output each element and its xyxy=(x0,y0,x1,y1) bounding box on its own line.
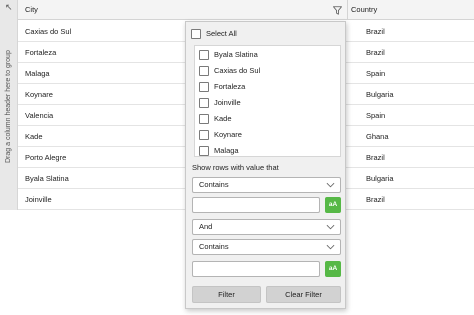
cell-city: Joinville xyxy=(25,195,52,204)
group-panel-text: Drag a column header here to group xyxy=(5,50,12,163)
funnel-icon[interactable] xyxy=(333,6,342,15)
filter-value-label: Kade xyxy=(214,114,232,123)
filter-value-label: Caxias do Sul xyxy=(214,66,261,75)
filter-button[interactable]: Filter xyxy=(192,286,261,303)
filter-value-checkbox[interactable] xyxy=(199,50,209,60)
column-separator[interactable] xyxy=(347,0,348,20)
operator-dropdown-2-value: Contains xyxy=(199,242,229,251)
column-header-country[interactable]: Country xyxy=(351,0,377,20)
cell-country: Brazil xyxy=(366,153,385,162)
header-row: City Country xyxy=(18,0,474,20)
filter-value-input-1[interactable] xyxy=(192,197,320,213)
match-case-button-2[interactable]: aA xyxy=(325,261,341,277)
select-all-checkbox[interactable] xyxy=(191,29,201,39)
arrow-up-left-icon: ↖ xyxy=(5,2,13,12)
select-all-option[interactable]: Select All xyxy=(191,28,341,40)
clear-filter-button[interactable]: Clear Filter xyxy=(266,286,341,303)
operator-dropdown-1-value: Contains xyxy=(199,180,229,189)
operator-dropdown-1[interactable]: Contains xyxy=(192,177,341,193)
cell-city: Malaga xyxy=(25,69,50,78)
filter-value-label: Malaga xyxy=(214,146,239,155)
cell-country: Bulgaria xyxy=(366,174,394,183)
operator-dropdown-2[interactable]: Contains xyxy=(192,239,341,255)
filter-value-item[interactable]: Kade xyxy=(199,113,339,125)
filter-value-item[interactable]: Koynare xyxy=(199,129,339,141)
chevron-down-icon xyxy=(326,182,335,188)
cell-city: Caxias do Sul xyxy=(25,27,72,36)
filter-value-checkbox[interactable] xyxy=(199,98,209,108)
filter-value-list[interactable]: Byala Slatina Caxias do Sul Fortaleza Jo… xyxy=(194,45,341,157)
filter-value-checkbox[interactable] xyxy=(199,146,209,156)
match-case-button-1[interactable]: aA xyxy=(325,197,341,213)
show-rows-label: Show rows with value that xyxy=(192,163,279,172)
logical-operator-value: And xyxy=(199,222,213,231)
filter-value-label: Joinville xyxy=(214,98,241,107)
filter-value-checkbox[interactable] xyxy=(199,82,209,92)
filter-value-item[interactable]: Malaga xyxy=(199,145,339,156)
cell-city: Koynare xyxy=(25,90,53,99)
filter-value-label: Byala Slatina xyxy=(214,50,258,59)
filter-value-item[interactable]: Fortaleza xyxy=(199,81,339,93)
chevron-down-icon xyxy=(326,224,335,230)
cell-city: Valencia xyxy=(25,111,54,120)
column-header-city[interactable]: City xyxy=(25,0,38,20)
cell-country: Brazil xyxy=(366,27,385,36)
cell-city: Kade xyxy=(25,132,43,141)
filter-value-label: Koynare xyxy=(214,130,242,139)
cell-country: Bulgaria xyxy=(366,90,394,99)
filter-value-checkbox[interactable] xyxy=(199,130,209,140)
select-all-label: Select All xyxy=(206,29,237,38)
cell-country: Brazil xyxy=(366,195,385,204)
filter-value-input-2[interactable] xyxy=(192,261,320,277)
cell-country: Spain xyxy=(366,111,386,120)
filter-value-checkbox[interactable] xyxy=(199,114,209,124)
filter-value-item[interactable]: Joinville xyxy=(199,97,339,109)
chevron-down-icon xyxy=(326,244,335,250)
filter-value-item[interactable]: Caxias do Sul xyxy=(199,65,339,77)
group-panel[interactable]: ↖ Drag a column header here to group xyxy=(0,0,18,210)
filter-value-item[interactable]: Byala Slatina xyxy=(199,49,339,61)
filter-popup: Select All Byala Slatina Caxias do Sul F… xyxy=(185,21,346,309)
cell-city: Porto Alegre xyxy=(25,153,67,162)
logical-operator-dropdown[interactable]: And xyxy=(192,219,341,235)
filter-value-label: Fortaleza xyxy=(214,82,246,91)
filter-value-checkbox[interactable] xyxy=(199,66,209,76)
cell-country: Ghana xyxy=(366,132,389,141)
cell-country: Brazil xyxy=(366,48,385,57)
cell-city: Byala Slatina xyxy=(25,174,69,183)
cell-city: Fortaleza xyxy=(25,48,57,57)
cell-country: Spain xyxy=(366,69,386,78)
